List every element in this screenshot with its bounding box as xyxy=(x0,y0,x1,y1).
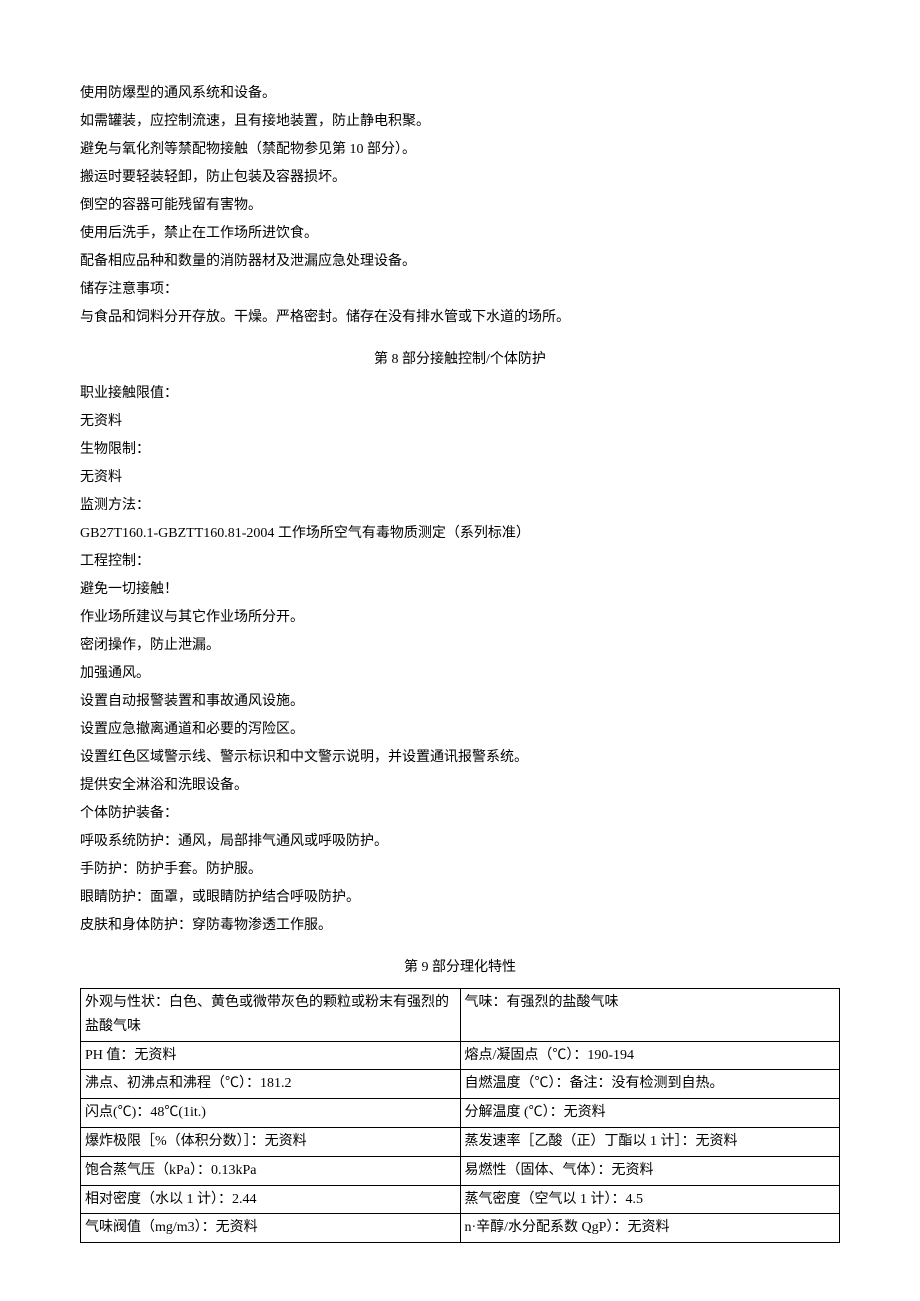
title-prefix: 第 xyxy=(374,352,392,367)
cell-explosion-limit: 爆炸极限［%（体积分数）］：无资料 xyxy=(81,1127,461,1156)
body-line: 作业场所建议与其它作业场所分开。 xyxy=(80,604,840,632)
table-row: 闪点(℃)：48℃(1it.) 分解温度 (℃）：无资料 xyxy=(81,1099,840,1128)
body-line: 皮肤和身体防护：穿防毒物渗透工作服。 xyxy=(80,912,840,940)
body-line: 手防护：防护手套。防护服。 xyxy=(80,856,840,884)
body-line: 无资料 xyxy=(80,464,840,492)
body-line: 储存注意事项： xyxy=(80,276,840,304)
body-line: 如需罐装，应控制流速，且有接地装置，防止静电积聚。 xyxy=(80,108,840,136)
table-row: 外观与性状：白色、黄色或微带灰色的颗粒或粉末有强烈的盐酸气味 气味：有强烈的盐酸… xyxy=(81,989,840,1042)
body-line: 生物限制： xyxy=(80,436,840,464)
cell-autoignition: 自燃温度（℃）：备注：没有检测到自热。 xyxy=(460,1070,840,1099)
body-line: 监测方法： xyxy=(80,492,840,520)
body-line: 使用后洗手，禁止在工作场所进饮食。 xyxy=(80,220,840,248)
body-line: 设置红色区域警示线、警示标识和中文警示说明，并设置通讯报警系统。 xyxy=(80,744,840,772)
body-line: 搬运时要轻装轻卸，防止包装及容器损坏。 xyxy=(80,164,840,192)
body-line: 使用防爆型的通风系统和设备。 xyxy=(80,80,840,108)
cell-evap-rate: 蒸发速率［乙酸（正）丁酯以 1 计］：无资料 xyxy=(460,1127,840,1156)
cell-ph: PH 值：无资料 xyxy=(81,1041,461,1070)
cell-decomp-temp: 分解温度 (℃）：无资料 xyxy=(460,1099,840,1128)
cell-odor-threshold: 气味阀值（mg/m3）：无资料 xyxy=(81,1214,461,1243)
body-line: 设置应急撤离通道和必要的泻险区。 xyxy=(80,716,840,744)
body-line: 眼睛防护：面罩，或眼睛防护结合呼吸防护。 xyxy=(80,884,840,912)
title-number: 8 xyxy=(392,352,399,367)
section-9-title: 第 9 部分理化特性 xyxy=(80,954,840,982)
cell-appearance: 外观与性状：白色、黄色或微带灰色的颗粒或粉末有强烈的盐酸气味 xyxy=(81,989,461,1042)
title-prefix: 第 xyxy=(404,960,422,975)
table-row: 饱合蒸气压（kPa）：0.13kPa 易燃性（固体、气体）：无资料 xyxy=(81,1156,840,1185)
body-line: 配备相应品种和数量的消防器材及泄漏应急处理设备。 xyxy=(80,248,840,276)
title-suffix: 部分接触控制/个体防护 xyxy=(399,352,546,367)
cell-partition-coef: n·辛醇/水分配系数 QgP）：无资料 xyxy=(460,1214,840,1243)
body-line: 避免一切接触！ xyxy=(80,576,840,604)
table-row: 爆炸极限［%（体积分数）］：无资料 蒸发速率［乙酸（正）丁酯以 1 计］：无资料 xyxy=(81,1127,840,1156)
cell-relative-density: 相对密度（水以 1 计）：2.44 xyxy=(81,1185,461,1214)
body-line: 职业接触限值： xyxy=(80,380,840,408)
body-line: 倒空的容器可能残留有害物。 xyxy=(80,192,840,220)
cell-flammability: 易燃性（固体、气体）：无资料 xyxy=(460,1156,840,1185)
cell-flash-point: 闪点(℃)：48℃(1it.) xyxy=(81,1099,461,1128)
body-line: 设置自动报警装置和事故通风设施。 xyxy=(80,688,840,716)
title-number: 9 xyxy=(422,960,429,975)
table-row: 相对密度（水以 1 计）：2.44 蒸气密度（空气以 1 计）：4.5 xyxy=(81,1185,840,1214)
cell-vapor-density: 蒸气密度（空气以 1 计）：4.5 xyxy=(460,1185,840,1214)
body-line: 避免与氧化剂等禁配物接触（禁配物参见第 10 部分）。 xyxy=(80,136,840,164)
body-line: 密闭操作，防止泄漏。 xyxy=(80,632,840,660)
cell-boiling-point: 沸点、初沸点和沸程（℃）：181.2 xyxy=(81,1070,461,1099)
body-line: 个体防护装备： xyxy=(80,800,840,828)
body-line: 与食品和饲料分开存放。干燥。严格密封。储存在没有排水管或下水道的场所。 xyxy=(80,304,840,332)
section-8-title: 第 8 部分接触控制/个体防护 xyxy=(80,346,840,374)
body-line: 无资料 xyxy=(80,408,840,436)
title-suffix: 部分理化特性 xyxy=(429,960,517,975)
cell-melting-point: 熔点/凝固点（℃）：190-194 xyxy=(460,1041,840,1070)
body-line: GB27T160.1-GBZTT160.81-2004 工作场所空气有毒物质测定… xyxy=(80,520,840,548)
body-line: 提供安全淋浴和洗眼设备。 xyxy=(80,772,840,800)
body-line: 加强通风。 xyxy=(80,660,840,688)
body-line: 呼吸系统防护：通风，局部排气通风或呼吸防护。 xyxy=(80,828,840,856)
table-row: 沸点、初沸点和沸程（℃）：181.2 自燃温度（℃）：备注：没有检测到自热。 xyxy=(81,1070,840,1099)
body-line: 工程控制： xyxy=(80,548,840,576)
properties-table: 外观与性状：白色、黄色或微带灰色的颗粒或粉末有强烈的盐酸气味 气味：有强烈的盐酸… xyxy=(80,988,840,1243)
table-row: 气味阀值（mg/m3）：无资料 n·辛醇/水分配系数 QgP）：无资料 xyxy=(81,1214,840,1243)
table-row: PH 值：无资料 熔点/凝固点（℃）：190-194 xyxy=(81,1041,840,1070)
cell-vapor-pressure: 饱合蒸气压（kPa）：0.13kPa xyxy=(81,1156,461,1185)
cell-odor: 气味：有强烈的盐酸气味 xyxy=(460,989,840,1042)
